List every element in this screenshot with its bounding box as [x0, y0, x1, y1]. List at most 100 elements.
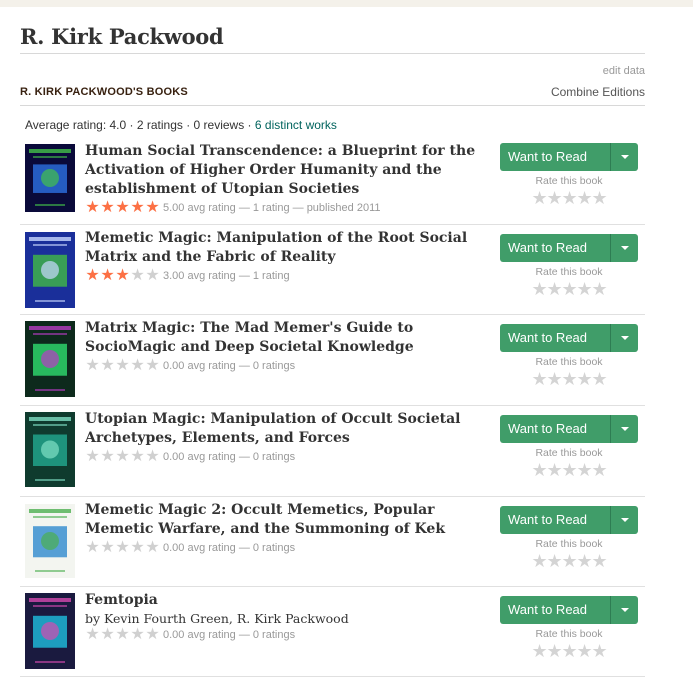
- want-to-read-button[interactable]: Want to Read: [500, 506, 611, 534]
- rate-star-icon[interactable]: ★: [562, 461, 578, 479]
- book-title-link[interactable]: Memetic Magic 2: Occult Memetics, Popula…: [85, 501, 485, 539]
- book-cover[interactable]: [25, 504, 75, 578]
- rate-star-icon[interactable]: ★: [532, 189, 548, 207]
- page-title: R. Kirk Packwood: [20, 24, 224, 49]
- star-icon: ★: [115, 539, 130, 556]
- star-icon: ★: [130, 357, 145, 374]
- caret-down-icon: [620, 246, 629, 250]
- shelf-dropdown-button[interactable]: [611, 415, 638, 443]
- rate-star-icon[interactable]: ★: [577, 552, 593, 570]
- rate-star-icon[interactable]: ★: [562, 280, 578, 298]
- average-rating-summary: Average rating: 4.0 · 2 ratings · 0 revi…: [20, 106, 645, 142]
- rate-star-icon[interactable]: ★: [592, 370, 608, 388]
- book-title-link[interactable]: Utopian Magic: Manipulation of Occult So…: [85, 410, 485, 448]
- edit-data-link[interactable]: edit data: [603, 65, 645, 77]
- combine-editions-link[interactable]: Combine Editions: [551, 85, 645, 99]
- book-info: Memetic Magic: Manipulation of the Root …: [85, 229, 485, 284]
- rate-star-icon[interactable]: ★: [562, 642, 578, 660]
- book-cover[interactable]: [25, 144, 75, 212]
- shelf-actions: Want to Read Rate this book ★ ★ ★ ★ ★: [500, 415, 638, 479]
- book-rating-meta: 0.00 avg rating — 0 ratings: [163, 360, 296, 372]
- rate-star-icon[interactable]: ★: [547, 280, 563, 298]
- rate-star-icon[interactable]: ★: [532, 461, 548, 479]
- book-title-link[interactable]: Matrix Magic: The Mad Memer's Guide to S…: [85, 319, 485, 357]
- want-to-read-button[interactable]: Want to Read: [500, 143, 611, 171]
- rate-star-icon[interactable]: ★: [577, 370, 593, 388]
- star-icon: ★: [85, 199, 100, 216]
- rate-star-icon[interactable]: ★: [562, 552, 578, 570]
- book-info: Femtopia by Kevin Fourth Green, R. Kirk P…: [85, 591, 485, 643]
- want-to-read-button[interactable]: Want to Read: [500, 415, 611, 443]
- rate-stars: ★ ★ ★ ★ ★: [500, 189, 638, 207]
- rate-star-icon[interactable]: ★: [532, 552, 548, 570]
- caret-down-icon: [620, 155, 629, 159]
- book-row: Matrix Magic: The Mad Memer's Guide to S…: [20, 315, 645, 406]
- rate-star-icon[interactable]: ★: [547, 552, 563, 570]
- want-to-read-button[interactable]: Want to Read: [500, 234, 611, 262]
- rate-star-icon[interactable]: ★: [532, 642, 548, 660]
- rate-stars: ★ ★ ★ ★ ★: [500, 642, 638, 660]
- book-info: Memetic Magic 2: Occult Memetics, Popula…: [85, 501, 485, 556]
- shelf-actions: Want to Read Rate this book ★ ★ ★ ★ ★: [500, 234, 638, 298]
- want-to-read-button[interactable]: Want to Read: [500, 324, 611, 352]
- star-icon: ★: [130, 267, 145, 284]
- book-rating-meta: 0.00 avg rating — 0 ratings: [163, 451, 296, 463]
- caret-down-icon: [620, 336, 629, 340]
- book-byline[interactable]: by Kevin Fourth Green, R. Kirk Packwood: [85, 611, 485, 626]
- rate-star-icon[interactable]: ★: [577, 280, 593, 298]
- book-cover[interactable]: [25, 321, 75, 397]
- shelf-actions: Want to Read Rate this book ★ ★ ★ ★ ★: [500, 506, 638, 570]
- shelf-dropdown-button[interactable]: [611, 506, 638, 534]
- want-to-read-button[interactable]: Want to Read: [500, 596, 611, 624]
- rate-star-icon[interactable]: ★: [547, 370, 563, 388]
- rate-star-icon[interactable]: ★: [562, 189, 578, 207]
- book-cover[interactable]: [25, 232, 75, 308]
- shelf-dropdown-button[interactable]: [611, 234, 638, 262]
- shelf-dropdown-button[interactable]: [611, 596, 638, 624]
- book-title-link[interactable]: Memetic Magic: Manipulation of the Root …: [85, 229, 485, 267]
- book-cover[interactable]: [25, 593, 75, 669]
- rate-star-icon[interactable]: ★: [592, 642, 608, 660]
- rate-star-icon[interactable]: ★: [592, 552, 608, 570]
- star-icon: ★: [145, 448, 160, 465]
- star-icon: ★: [85, 448, 100, 465]
- book-row: Memetic Magic 2: Occult Memetics, Popula…: [20, 497, 645, 587]
- star-icon: ★: [130, 448, 145, 465]
- book-title-link[interactable]: Femtopia: [85, 591, 485, 610]
- want-to-read-button-group: Want to Read: [500, 415, 638, 443]
- book-rating-row: ★ ★ ★ ★ ★ 0.00 avg rating — 0 ratings: [85, 627, 485, 643]
- rate-star-icon[interactable]: ★: [547, 642, 563, 660]
- avg-rating-stars: ★ ★ ★ ★ ★: [85, 358, 160, 374]
- book-info: Matrix Magic: The Mad Memer's Guide to S…: [85, 319, 485, 374]
- rate-star-icon[interactable]: ★: [547, 461, 563, 479]
- shelf-dropdown-button[interactable]: [611, 143, 638, 171]
- book-title-link[interactable]: Human Social Transcendence: a Blueprint …: [85, 142, 485, 199]
- rate-this-book-label: Rate this book: [535, 356, 603, 368]
- rate-star-icon[interactable]: ★: [547, 189, 563, 207]
- rate-star-icon[interactable]: ★: [562, 370, 578, 388]
- shelf-dropdown-button[interactable]: [611, 324, 638, 352]
- caret-down-icon: [620, 427, 629, 431]
- rate-star-icon[interactable]: ★: [592, 461, 608, 479]
- star-icon: ★: [130, 199, 145, 216]
- rate-star-icon[interactable]: ★: [532, 280, 548, 298]
- distinct-works-link[interactable]: 6 distinct works: [255, 118, 337, 132]
- rate-star-icon[interactable]: ★: [532, 370, 548, 388]
- book-list: Human Social Transcendence: a Blueprint …: [20, 142, 645, 677]
- star-icon: ★: [115, 267, 130, 284]
- book-rating-meta: 3.00 avg rating — 1 rating: [163, 270, 290, 282]
- book-rating-row: ★ ★ ★ ★ ★ 0.00 avg rating — 0 ratings: [85, 449, 485, 465]
- average-rating-text: Average rating: 4.0 · 2 ratings · 0 revi…: [25, 118, 255, 132]
- rate-star-icon[interactable]: ★: [592, 189, 608, 207]
- rate-star-icon[interactable]: ★: [577, 642, 593, 660]
- rate-this-book-label: Rate this book: [535, 175, 603, 187]
- rate-star-icon[interactable]: ★: [577, 461, 593, 479]
- rate-star-icon[interactable]: ★: [577, 189, 593, 207]
- caret-down-icon: [620, 608, 629, 612]
- book-cover[interactable]: [25, 412, 75, 487]
- book-rating-row: ★ ★ ★ ★ ★ 5.00 avg rating — 1 rating — publis…: [85, 200, 485, 216]
- avg-rating-stars: ★ ★ ★ ★ ★: [85, 540, 160, 556]
- rate-this-book-label: Rate this book: [535, 628, 603, 640]
- rate-star-icon[interactable]: ★: [592, 280, 608, 298]
- section-header: R. KIRK PACKWOOD'S BOOKS Combine Edition…: [20, 78, 645, 105]
